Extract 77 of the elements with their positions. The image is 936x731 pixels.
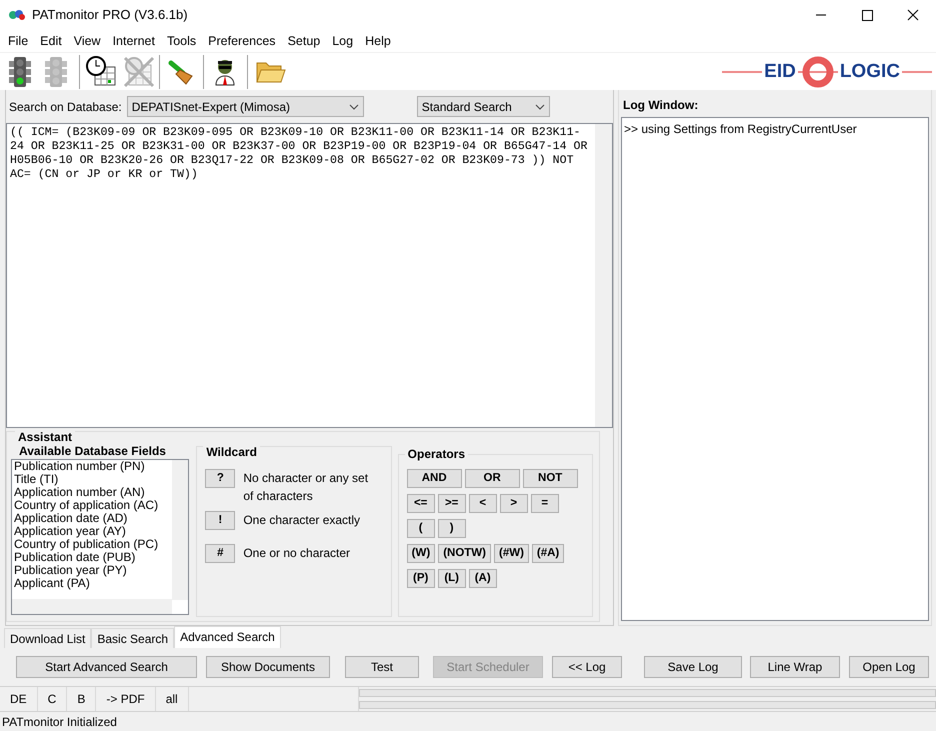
search-label: Search on Database: <box>9 98 122 116</box>
status-message: PATmonitor Initialized <box>1 714 118 730</box>
status-cell: all <box>156 687 189 711</box>
wildcard-description: No character or any set of characters <box>243 470 370 505</box>
search-mode-dropdown[interactable]: Standard Search <box>416 96 550 117</box>
button[interactable]: << Log <box>552 656 622 678</box>
wildcard-button[interactable]: ! <box>205 511 236 530</box>
button[interactable]: Line Wrap <box>750 656 840 678</box>
tab[interactable]: Download List <box>4 628 92 648</box>
wildcard-button[interactable]: # <box>205 544 236 563</box>
scrollbar[interactable] <box>172 460 188 600</box>
log-line: >> using Settings from RegistryCurrentUser <box>624 121 858 138</box>
scrollbar[interactable] <box>595 124 612 427</box>
query-field[interactable] <box>6 123 613 428</box>
list-item[interactable]: Application number (AN) <box>12 486 174 499</box>
menu-item[interactable]: Log <box>326 32 360 50</box>
menu-item[interactable]: Help <box>359 32 397 50</box>
operator-button[interactable]: (#W) <box>494 544 529 563</box>
scrollbar[interactable] <box>12 599 172 614</box>
operator-button[interactable]: (L) <box>438 569 466 588</box>
button[interactable]: Save Log <box>644 656 742 678</box>
field-list[interactable] <box>11 459 189 615</box>
operator-button[interactable]: = <box>530 494 559 513</box>
menu-item[interactable]: Tools <box>160 32 202 50</box>
log-title: Log Window: <box>622 97 700 114</box>
menu-item[interactable]: Preferences <box>202 32 282 50</box>
group-title: Assistant <box>15 431 76 444</box>
list-item[interactable]: Publication date (PUB) <box>12 551 174 564</box>
operator-button[interactable]: > <box>500 494 528 513</box>
ring-logo-icon <box>802 56 834 88</box>
operator-button[interactable]: ) <box>438 519 466 538</box>
wildcard-description: One character exactly <box>243 512 360 529</box>
query-text: (( ICM= (B23K09-09 OR B23K09-095 OR B23K09-10 OR B23K11-00 OR B23K11-14 OR B23K11-24 OR B23K11-25 OR B23K31-00 OR B23K37-00 OR B23P19-00 OR B23P19-04 OR B65G47-14 OR H05B06-10 OR B23K20-26 OR B23Q17-22 OR B23K09-08 OR B65G27-02 OR B23K09-73 )) NOT AC= (CN or JP or KR or TW)) <box>10 126 588 181</box>
button[interactable]: Open Log <box>849 656 929 678</box>
list-item[interactable]: Country of application (AC) <box>12 499 174 512</box>
menu-item[interactable]: File <box>2 32 34 50</box>
group-title: Wildcard <box>203 446 260 459</box>
list-item[interactable]: Title (TI) <box>12 473 174 486</box>
operator-button[interactable]: NOT <box>522 469 578 488</box>
operator-button[interactable]: (#A) <box>532 544 564 563</box>
chevron-down-icon <box>348 104 359 110</box>
operator-button[interactable]: (A) <box>468 569 497 588</box>
menu-item[interactable]: View <box>68 32 107 50</box>
list-item[interactable]: Publication number (PN) <box>12 460 174 473</box>
operator-button[interactable]: (W) <box>406 544 436 563</box>
wildcard-description: One or no character <box>243 545 350 562</box>
list-item[interactable]: Applicant (PA) <box>12 577 174 590</box>
wildcard-button[interactable]: ? <box>205 469 236 488</box>
status-cell: DE <box>0 687 38 711</box>
status-cell: -> PDF <box>96 687 156 711</box>
operator-button[interactable]: >= <box>438 494 466 513</box>
operator-button[interactable]: AND <box>406 469 462 488</box>
operator-button[interactable]: OR <box>464 469 520 488</box>
button[interactable]: Start Advanced Search <box>16 656 197 678</box>
list-item[interactable]: Application year (AY) <box>12 525 174 538</box>
list-item[interactable]: Application date (AD) <box>12 512 174 525</box>
status-cell: C <box>38 687 68 711</box>
menu-item[interactable]: Edit <box>34 32 68 50</box>
list-item[interactable]: Country of publication (PC) <box>12 538 174 551</box>
operator-button[interactable]: ( <box>406 519 435 538</box>
status-cell: B <box>67 687 96 711</box>
operator-button[interactable]: <= <box>406 494 435 513</box>
operator-button[interactable]: (P) <box>406 569 435 588</box>
menu-item[interactable]: Internet <box>106 32 161 50</box>
tab[interactable]: Basic Search <box>91 628 174 648</box>
window-title: PATmonitor PRO (V3.6.1b) <box>32 6 188 24</box>
chevron-down-icon <box>534 104 545 110</box>
database-dropdown[interactable]: DEPATISnet-Expert (Mimosa) <box>126 96 364 117</box>
app-icon <box>8 8 26 22</box>
button[interactable]: Show Documents <box>206 656 330 678</box>
operator-button[interactable]: < <box>468 494 497 513</box>
button[interactable]: Test <box>345 656 419 678</box>
operator-button[interactable]: (NOTW) <box>438 544 491 563</box>
tab[interactable]: Advanced Search <box>174 626 281 648</box>
group-title: Operators <box>404 448 468 461</box>
list-item[interactable]: Publication year (PY) <box>12 564 174 577</box>
menu-item[interactable]: Setup <box>282 32 326 50</box>
